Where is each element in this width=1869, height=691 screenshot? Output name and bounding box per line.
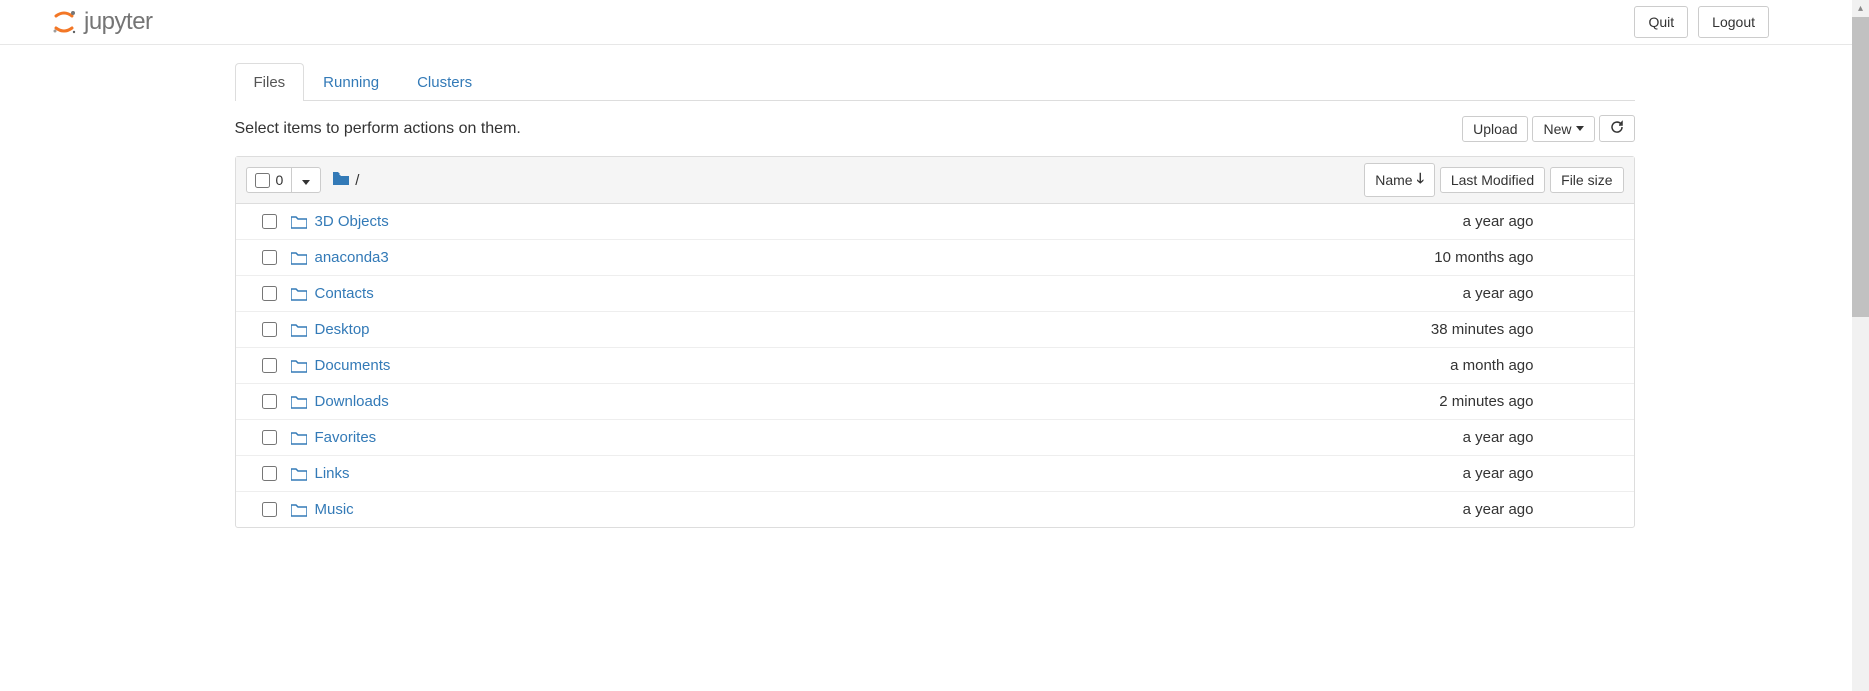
file-modified: a year ago [1364,429,1534,446]
toolbar-actions: Upload New [1462,115,1634,142]
select-filter-dropdown[interactable] [292,168,320,192]
file-row: Contacts a year ago [236,276,1634,312]
file-name-link[interactable]: Desktop [315,321,370,338]
sort-size-button[interactable]: File size [1550,167,1623,193]
scrollbar[interactable]: ▴ [1852,0,1869,691]
folder-icon [291,359,307,373]
file-modified: a year ago [1364,213,1534,230]
file-row: Music a year ago [236,492,1634,527]
tabs: Files Running Clusters [235,63,1635,101]
logo-text: jupyter [84,8,153,36]
select-all-checkbox[interactable] [255,173,270,188]
folder-icon [291,323,307,337]
breadcrumb-separator: / [355,172,359,189]
file-modified: 10 months ago [1364,249,1534,266]
file-checkbox[interactable] [262,286,277,301]
folder-icon [291,431,307,445]
header-buttons: Quit Logout [1634,6,1769,38]
file-name-link[interactable]: Contacts [315,285,374,302]
file-name-link[interactable]: anaconda3 [315,249,389,266]
file-checkbox[interactable] [262,502,277,517]
file-checkbox[interactable] [262,394,277,409]
upload-button[interactable]: Upload [1462,116,1528,142]
file-row: Documents a month ago [236,348,1634,384]
file-row: Favorites a year ago [236,420,1634,456]
file-modified: 38 minutes ago [1364,321,1534,338]
sort-name-button[interactable]: Name 🡓 [1364,163,1435,197]
file-modified: a year ago [1364,285,1534,302]
file-checkbox[interactable] [262,214,277,229]
file-checkbox[interactable] [262,322,277,337]
toolbar: Select items to perform actions on them.… [235,101,1635,156]
folder-icon [291,467,307,481]
folder-icon [291,215,307,229]
file-name-link[interactable]: Links [315,465,350,482]
refresh-button[interactable] [1599,115,1635,142]
tab-clusters[interactable]: Clusters [398,63,491,101]
new-button[interactable]: New [1532,116,1594,142]
folder-icon [291,251,307,265]
file-name-link[interactable]: Documents [315,357,391,374]
logout-button[interactable]: Logout [1698,6,1769,38]
file-row: anaconda3 10 months ago [236,240,1634,276]
file-checkbox[interactable] [262,430,277,445]
caret-down-icon [1576,126,1584,131]
breadcrumb: / [333,171,359,189]
arrow-down-icon: 🡓 [1417,168,1424,192]
file-name-link[interactable]: Music [315,501,354,518]
select-hint: Select items to perform actions on them. [235,120,521,138]
main-container: Files Running Clusters Select items to p… [200,63,1670,528]
file-checkbox[interactable] [262,358,277,373]
select-all-group: 0 [246,167,322,193]
scrollbar-thumb[interactable] [1852,17,1869,317]
tab-files[interactable]: Files [235,63,305,101]
refresh-icon [1610,120,1624,137]
logo[interactable]: jupyter [50,8,153,36]
folder-home-icon[interactable] [333,171,349,189]
folder-icon [291,287,307,301]
name-col-label: Name [1375,172,1412,188]
caret-down-icon [302,180,310,185]
file-row: Desktop 38 minutes ago [236,312,1634,348]
file-checkbox[interactable] [262,466,277,481]
file-modified: a year ago [1364,465,1534,482]
quit-button[interactable]: Quit [1634,6,1688,38]
file-modified: 2 minutes ago [1364,393,1534,410]
file-name-link[interactable]: Downloads [315,393,389,410]
file-row: Downloads 2 minutes ago [236,384,1634,420]
new-label: New [1543,121,1571,137]
folder-icon [291,503,307,517]
list-header: 0 / Name 🡓 Last Modified File [236,157,1634,204]
select-all-check[interactable]: 0 [247,168,293,192]
sort-modified-button[interactable]: Last Modified [1440,167,1545,193]
file-checkbox[interactable] [262,250,277,265]
scrollbar-up-icon[interactable]: ▴ [1852,0,1869,17]
selected-count: 0 [276,172,284,188]
file-row: Links a year ago [236,456,1634,492]
file-name-link[interactable]: 3D Objects [315,213,389,230]
jupyter-logo-icon [50,8,78,36]
file-modified: a month ago [1364,357,1534,374]
file-rows: 3D Objects a year ago anaconda3 10 months a… [236,204,1634,527]
file-list: 0 / Name 🡓 Last Modified File [235,156,1635,528]
file-name-link[interactable]: Favorites [315,429,377,446]
header: jupyter Quit Logout [0,0,1869,45]
file-row: 3D Objects a year ago [236,204,1634,240]
folder-icon [291,395,307,409]
tab-running[interactable]: Running [304,63,398,101]
file-modified: a year ago [1364,501,1534,518]
